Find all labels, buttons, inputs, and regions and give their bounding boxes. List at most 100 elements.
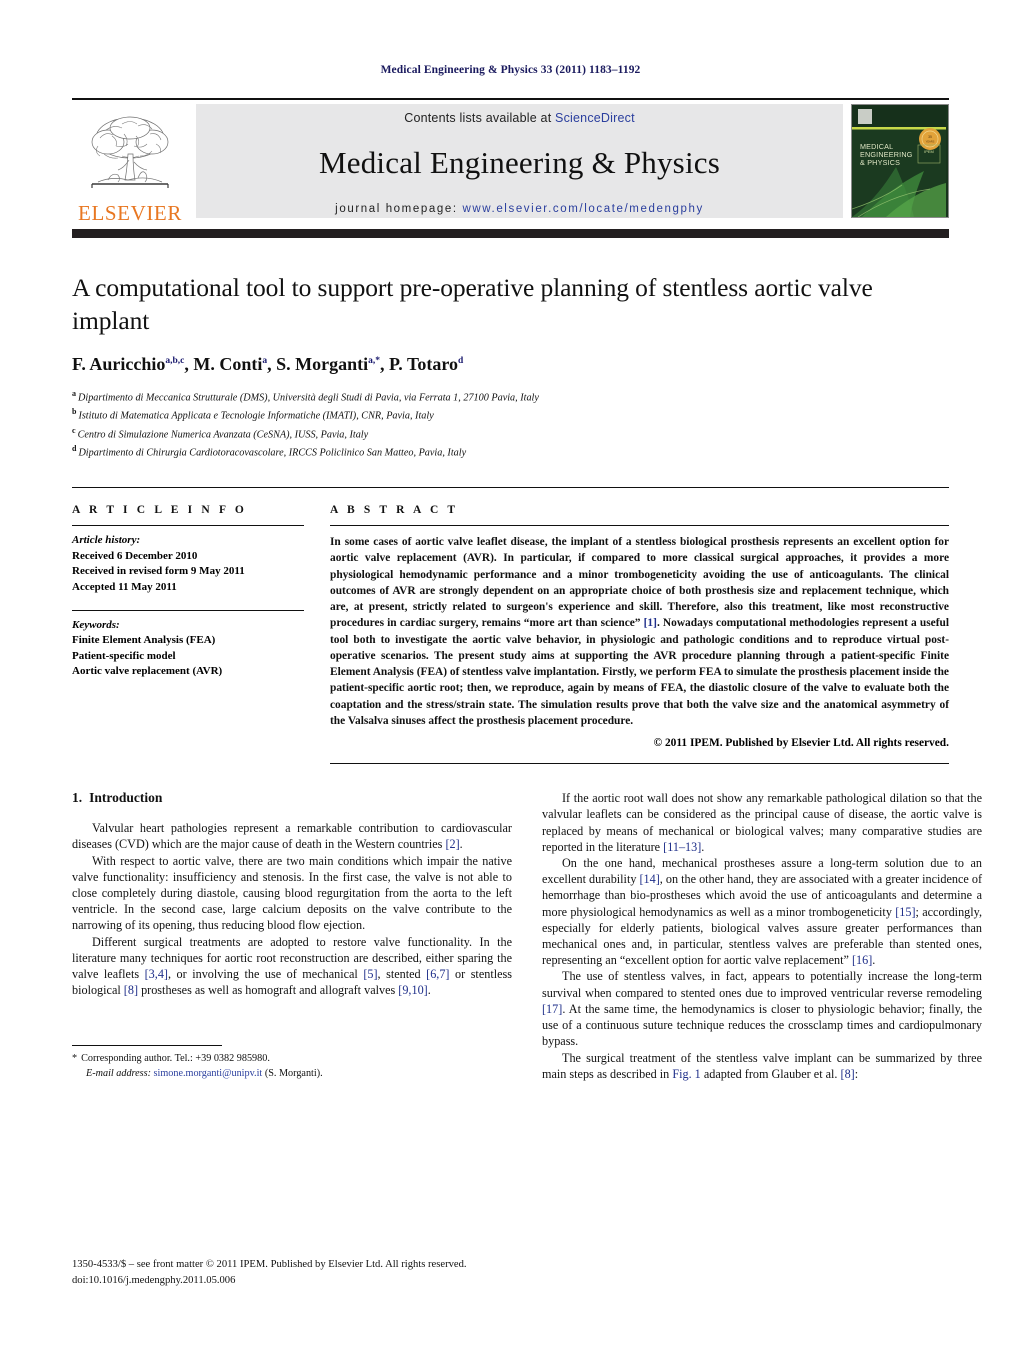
footnote-block: * Corresponding author. Tel.: +39 0382 98… [72,1045,512,1082]
author-2: M. Contia [193,354,267,374]
citation-ref[interactable]: [5] [363,967,377,981]
affiliation-c: c Centro di Simulazione Numerica Avanzata… [72,425,949,443]
citation-ref[interactable]: [6,7] [426,967,449,981]
abstract-column: A B S T R A C T In some cases of aortic … [330,504,949,765]
author-1-name: F. Auricchio [72,354,166,375]
affiliation-d: d Dipartimento di Chirurgia Cardiotoracov… [72,443,949,461]
svg-text:& PHYSICS: & PHYSICS [860,158,900,167]
paragraph-text: If the aortic root wall does not show an… [542,791,982,854]
affiliation-b-mark: b [72,407,77,417]
journal-title: Medical Engineering & Physics [319,144,720,180]
section-label: Introduction [89,790,163,806]
body-columns: 1. Introduction Valvular heart pathologie… [72,790,982,1082]
affiliation-a-text: Dipartimento di Meccanica Strutturale (D… [78,392,539,404]
citation-ref[interactable]: [16] [852,953,872,967]
issn-front-matter-line: 1350-4533/$ – see front matter © 2011 IP… [72,1259,467,1271]
article-info-heading: A R T I C L E I N F O [72,504,247,517]
footnote-star: * [72,1053,78,1065]
paragraph-text: , stented [377,967,427,982]
intro-paragraph-6: The use of stentless valves, in fact, ap… [542,968,982,1049]
page-title: A computational tool to support pre-oper… [72,273,873,335]
citation-ref[interactable]: [3,4] [145,967,168,981]
info-abstract-region: A R T I C L E I N F O Article history: R… [72,487,949,765]
affiliation-c-text: Centro di Simulazione Numerica Avanzata … [77,429,369,441]
paragraph-text: With respect to aortic valve, there are … [72,853,512,933]
affiliation-b: b Istituto di Matematica Applicata e Tecn… [72,406,949,424]
section-heading-introduction: 1. Introduction [72,790,512,806]
paper-page: Medical Engineering & Physics 33 (2011) … [0,0,1021,1351]
paragraph-text: prostheses as well as homograft and allo… [138,983,399,998]
homepage-prefix: journal homepage: [335,202,463,215]
citation-ref[interactable]: Fig. 1 [672,1067,700,1081]
citation-ref[interactable]: [11–13] [663,840,701,854]
affiliation-d-text: Dipartimento di Chirurgia Cardiotoracova… [78,447,467,459]
intro-paragraph-5: On the one hand, mechanical prostheses a… [542,855,982,969]
abstract-bottom-rule [330,763,949,765]
intro-paragraph-4: If the aortic root wall does not show an… [542,790,982,855]
author-2-marks: a [262,356,268,367]
sciencedirect-link[interactable]: ScienceDirect [555,111,635,125]
keyword-1: Finite Element Analysis (FEA) [72,634,216,647]
citation-ref[interactable]: [14] [639,872,659,886]
citation-ref[interactable]: [8] [841,1067,855,1081]
article-history-label: Article history: [72,534,141,547]
corresponding-line: * Corresponding author. Tel.: +39 0382 98… [72,1052,512,1067]
author-3-name: S. Morganti [276,354,369,375]
abstract-copyright: © 2011 IPEM. Published by Elsevier Ltd. … [653,737,949,750]
page-footer: 1350-4533/$ – see front matter © 2011 IP… [72,1257,832,1289]
keywords-group: Keywords: Finite Element Analysis (FEA) … [72,611,304,680]
footnote-rule [72,1045,222,1047]
history-accepted: Accepted 11 May 2011 [72,580,177,593]
paragraph-text: adapted from Glauber et al. [700,1066,841,1081]
author-3-marks: a,* [368,356,380,367]
paragraph-text: : [854,1066,859,1081]
author-1-marks: a,b,c [165,356,185,367]
author-1: F. Auricchioa,b,c [72,354,184,374]
abstract-ref-1[interactable]: [1] [644,617,657,629]
citation-ref[interactable]: [15] [895,905,915,919]
contents-list-line: Contents lists available at ScienceDirec… [404,111,635,125]
keyword-3: Aortic valve replacement (AVR) [72,665,223,678]
author-4-marks: d [458,356,464,367]
svg-text:IPEM: IPEM [924,149,934,154]
body-column-right: If the aortic root wall does not show an… [542,790,982,1082]
intro-paragraph-3: Different surgical treatments are adopte… [72,934,512,999]
citation-ref[interactable]: [17] [542,1002,562,1016]
abstract-part-1: In some cases of aortic valve leaflet di… [330,536,949,630]
citation-ref[interactable]: [2] [445,837,459,851]
paragraph-text: . [459,837,463,852]
contents-prefix: Contents lists available at [404,110,556,125]
paragraph-text: The use of stentless valves, in fact, ap… [542,969,982,1000]
email-line: E-mail address: simone.morganti@unipv.it… [72,1067,512,1082]
keyword-2: Patient-specific model [72,649,176,662]
masthead-dark-band [72,229,949,238]
article-history-group: Article history: Received 6 December 201… [72,526,304,595]
abstract-part-2: . Nowadays computational methodologies r… [330,617,949,727]
paragraph-text: . [701,839,705,854]
citation-ref[interactable]: [9,10] [398,983,427,997]
body-column-left: 1. Introduction Valvular heart pathologie… [72,790,512,1082]
abstract-text: In some cases of aortic valve leaflet di… [330,526,949,729]
email-link[interactable]: simone.morganti@unipv.it [154,1068,263,1079]
journal-homepage-link[interactable]: www.elsevier.com/locate/medengphy [462,203,703,215]
corresponding-text: Corresponding author. Tel.: +39 0382 985… [81,1053,270,1065]
article-info-column: A R T I C L E I N F O Article history: R… [72,504,304,764]
elsevier-logo: ELSEVIER [72,100,188,224]
elsevier-tree-icon [91,116,169,188]
intro-paragraph-1: Valvular heart pathologies represent a r… [72,820,512,852]
title-block: A computational tool to support pre-oper… [72,272,949,461]
history-revised: Received in revised form 9 May 2011 [72,565,245,578]
author-4-name: P. Totaro [388,354,458,375]
email-suffix: (S. Morganti). [264,1068,323,1080]
affiliation-a-mark: a [72,389,76,399]
masthead-center-panel: Contents lists available at ScienceDirec… [196,104,843,218]
doi-line: doi:10.1016/j.medengphy.2011.05.006 [72,1275,236,1287]
affiliation-b-text: Istituto di Matematica Applicata e Tecno… [78,410,434,422]
paragraph-text: , or involving the use of mechanical [167,967,364,982]
svg-text:YEARS: YEARS [926,140,935,144]
paragraph-text: . [427,983,431,998]
paragraph-text: . [872,953,876,968]
journal-cover-thumbnail: 35 YEARS MEDICAL ENGINEERING & PHYSICS I… [851,104,949,218]
citation-ref[interactable]: [8] [124,983,138,997]
